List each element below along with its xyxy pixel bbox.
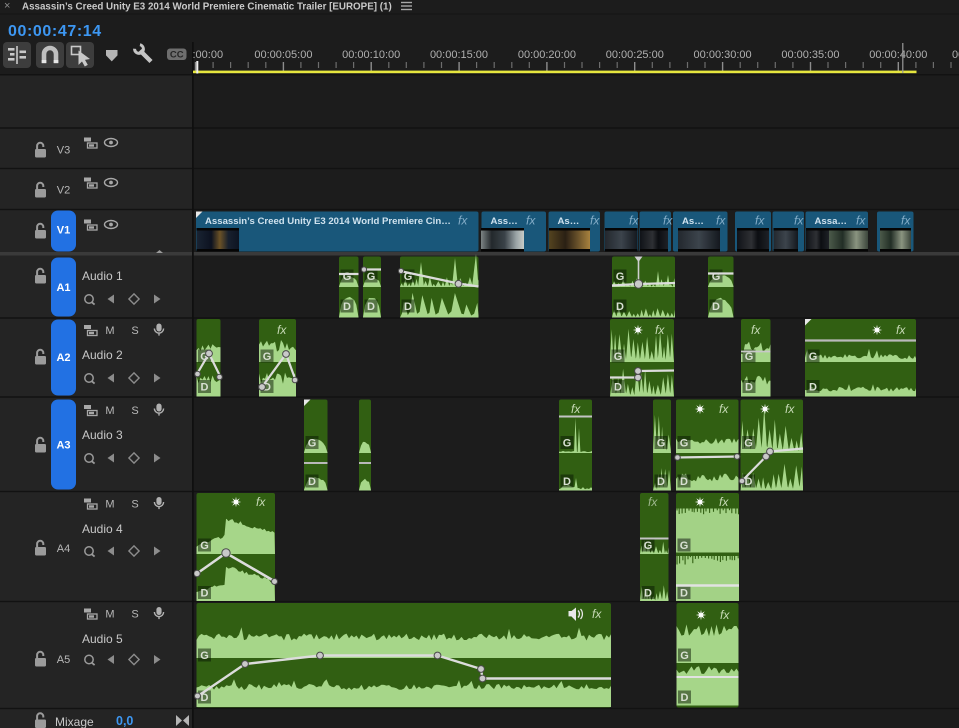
svg-text:fx: fx bbox=[571, 402, 581, 416]
svg-text:fx: fx bbox=[655, 323, 665, 337]
svg-text:fx: fx bbox=[794, 214, 804, 228]
svg-text:fx: fx bbox=[720, 608, 730, 622]
svg-text:0,0: 0,0 bbox=[116, 714, 133, 728]
svg-text:D: D bbox=[681, 692, 689, 704]
svg-text:fx: fx bbox=[256, 495, 266, 509]
svg-text:As…: As… bbox=[682, 216, 704, 227]
svg-text:D: D bbox=[745, 382, 753, 394]
svg-text:fx: fx bbox=[663, 214, 673, 228]
svg-text:fx: fx bbox=[856, 214, 866, 228]
svg-text:D: D bbox=[614, 382, 622, 394]
svg-text:Assassin’s Creed Unity E3 2014: Assassin’s Creed Unity E3 2014 World Pre… bbox=[22, 2, 392, 13]
svg-text:S: S bbox=[131, 499, 138, 511]
svg-text:G: G bbox=[616, 271, 625, 283]
svg-text:fx: fx bbox=[526, 214, 536, 228]
svg-text:CC: CC bbox=[170, 50, 184, 61]
svg-text:Audio 1: Audio 1 bbox=[82, 269, 123, 283]
svg-text:M: M bbox=[105, 499, 114, 511]
svg-text:Audio 5: Audio 5 bbox=[82, 632, 123, 646]
svg-text:G: G bbox=[614, 351, 623, 363]
svg-text:×: × bbox=[4, 0, 10, 12]
svg-text:G: G bbox=[343, 271, 352, 283]
svg-text:M: M bbox=[105, 609, 114, 621]
svg-text:fx: fx bbox=[458, 214, 468, 228]
svg-text:A2: A2 bbox=[56, 352, 70, 364]
svg-text:fx: fx bbox=[719, 402, 729, 416]
svg-text:D: D bbox=[712, 301, 720, 313]
svg-text:A5: A5 bbox=[57, 654, 70, 666]
svg-text:D: D bbox=[201, 588, 209, 600]
svg-text:As…: As… bbox=[558, 216, 580, 227]
svg-text:Audio 3: Audio 3 bbox=[82, 428, 123, 442]
svg-text:D: D bbox=[680, 476, 688, 488]
svg-text:00:00:15:00: 00:00:15:00 bbox=[430, 49, 488, 61]
svg-text:G: G bbox=[680, 540, 689, 552]
svg-text:S: S bbox=[131, 325, 138, 337]
svg-text:fx: fx bbox=[629, 214, 639, 228]
svg-text:V3: V3 bbox=[57, 145, 70, 157]
svg-text:G: G bbox=[200, 650, 209, 662]
svg-text:D: D bbox=[308, 476, 316, 488]
svg-text:S: S bbox=[131, 405, 138, 417]
svg-text:D: D bbox=[404, 301, 412, 313]
svg-text:G: G bbox=[744, 438, 753, 450]
svg-text:00:00:35:00: 00:00:35:00 bbox=[781, 49, 839, 61]
svg-text:S: S bbox=[131, 609, 138, 621]
svg-text:G: G bbox=[263, 351, 272, 363]
svg-text:Audio 2: Audio 2 bbox=[82, 348, 123, 362]
svg-text:fx: fx bbox=[277, 323, 287, 337]
svg-text:00:00:25:00: 00:00:25:00 bbox=[606, 49, 664, 61]
svg-text:G: G bbox=[563, 438, 572, 450]
svg-text:fx: fx bbox=[785, 402, 795, 416]
svg-text:D: D bbox=[616, 301, 624, 313]
svg-text:Mixage: Mixage bbox=[55, 715, 94, 728]
svg-text:Ass…: Ass… bbox=[491, 216, 518, 227]
svg-text:A1: A1 bbox=[56, 282, 70, 294]
svg-text:G: G bbox=[680, 650, 689, 662]
svg-text:fx: fx bbox=[648, 495, 658, 509]
svg-text:00:00:10:00: 00:00:10:00 bbox=[342, 49, 400, 61]
svg-text:D: D bbox=[563, 476, 571, 488]
svg-text:A3: A3 bbox=[56, 440, 70, 452]
svg-text:Assa…: Assa… bbox=[815, 216, 848, 227]
svg-text:M: M bbox=[105, 405, 114, 417]
svg-text:G: G bbox=[745, 351, 754, 363]
svg-text:G: G bbox=[657, 438, 666, 450]
svg-text:D: D bbox=[657, 476, 665, 488]
svg-text:G: G bbox=[308, 438, 317, 450]
svg-text:00:00:30:00: 00:00:30:00 bbox=[694, 49, 752, 61]
svg-text:00:00:05:00: 00:00:05:00 bbox=[254, 49, 312, 61]
svg-text:G: G bbox=[809, 351, 818, 363]
svg-text:M: M bbox=[105, 325, 114, 337]
svg-text::00:00: :00:00 bbox=[193, 49, 224, 61]
svg-text:fx: fx bbox=[896, 323, 906, 337]
svg-text:00:00:20:00: 00:00:20:00 bbox=[518, 49, 576, 61]
svg-text:00: 00 bbox=[952, 49, 959, 61]
svg-text:G: G bbox=[644, 540, 653, 552]
svg-text:00:00:40:00: 00:00:40:00 bbox=[869, 49, 927, 61]
svg-text:D: D bbox=[343, 301, 351, 313]
svg-text:fx: fx bbox=[751, 323, 761, 337]
svg-text:D: D bbox=[809, 382, 817, 394]
svg-text:fx: fx bbox=[901, 214, 911, 228]
svg-text:D: D bbox=[201, 382, 209, 394]
svg-text:V2: V2 bbox=[57, 185, 70, 197]
svg-text:V1: V1 bbox=[57, 225, 70, 237]
svg-text:Assassin’s Creed Unity E3 2014: Assassin’s Creed Unity E3 2014 World Pre… bbox=[205, 216, 451, 227]
svg-text:fx: fx bbox=[590, 214, 600, 228]
svg-text:00:00:47:14: 00:00:47:14 bbox=[8, 23, 102, 40]
svg-text:D: D bbox=[367, 301, 375, 313]
svg-text:fx: fx bbox=[592, 607, 602, 621]
svg-text:fx: fx bbox=[719, 495, 729, 509]
svg-text:D: D bbox=[644, 588, 652, 600]
svg-text:G: G bbox=[200, 540, 209, 552]
svg-text:fx: fx bbox=[716, 214, 726, 228]
svg-text:A4: A4 bbox=[57, 543, 70, 555]
svg-text:Audio 4: Audio 4 bbox=[82, 522, 123, 536]
svg-text:G: G bbox=[367, 271, 376, 283]
svg-text:G: G bbox=[680, 438, 689, 450]
svg-text:D: D bbox=[680, 588, 688, 600]
svg-text:fx: fx bbox=[755, 214, 765, 228]
